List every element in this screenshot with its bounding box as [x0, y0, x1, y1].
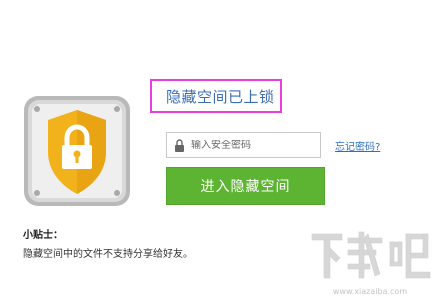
- tips-title: 小贴士：: [23, 230, 63, 241]
- lock-icon: [175, 138, 184, 152]
- enter-hidden-space-label: 进入隐藏空间: [200, 179, 291, 195]
- tips-text: 隐藏空间中的文件不支持分享给好友。: [23, 249, 193, 260]
- password-field[interactable]: [166, 132, 321, 158]
- safe-lock-icon: [24, 96, 130, 206]
- page-title-text: 隐藏空间已上锁: [166, 87, 275, 106]
- forgot-password-link[interactable]: 忘记密码?: [335, 138, 380, 153]
- page-title: 隐藏空间已上锁: [150, 79, 282, 113]
- watermark-url: www.xiazaiba.com: [333, 287, 407, 296]
- watermark-logo: www.xiazaiba.com: [311, 231, 431, 296]
- enter-hidden-space-button[interactable]: 进入隐藏空间: [166, 167, 325, 205]
- password-input[interactable]: [191, 139, 316, 151]
